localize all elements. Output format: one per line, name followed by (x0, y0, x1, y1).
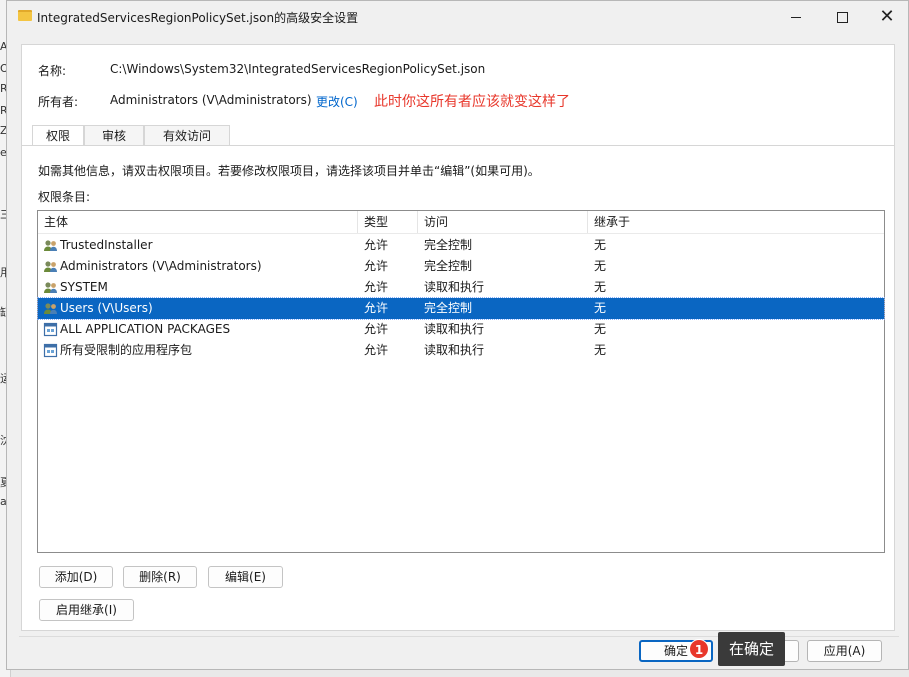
table-row[interactable]: SYSTEM 允许 读取和执行 无 (38, 277, 884, 298)
access-cell: 读取和执行 (424, 322, 485, 336)
name-label: 名称: (38, 64, 67, 78)
type-cell: 允许 (364, 259, 389, 273)
column-access[interactable]: 访问 (418, 211, 588, 233)
type-cell: 允许 (364, 343, 389, 357)
advanced-security-settings-window: IntegratedServicesRegionPolicySet.json的高… (6, 0, 909, 670)
type-cell: 允许 (364, 280, 389, 294)
inherited-from-cell: 无 (594, 343, 607, 357)
add-button[interactable]: 添加(D) (39, 566, 113, 588)
settings-panel: 名称: C:\Windows\System32\IntegratedServic… (21, 44, 895, 631)
app-package-icon (43, 322, 58, 337)
info-text: 如需其他信息，请双击权限项目。若要修改权限项目，请选择该项目并单击“编辑”(如果… (38, 164, 540, 178)
permission-entries-list[interactable]: 主体 类型 访问 继承于 TrustedInstaller 允许 完全控制无 Admi… (37, 210, 885, 553)
close-button[interactable]: ✕ (864, 1, 909, 33)
principal-cell: SYSTEM (60, 280, 108, 294)
column-inherited-from[interactable]: 继承于 (588, 211, 884, 233)
table-row[interactable]: TrustedInstaller 允许 完全控制 无 (38, 235, 884, 256)
table-row[interactable]: Users (V\Users) 允许 完全控制 无 (37, 297, 885, 320)
users-group-icon (43, 301, 58, 316)
inherited-from-cell: 无 (594, 259, 607, 273)
change-owner-link[interactable]: 更改(C) (316, 93, 358, 110)
owner-annotation: 此时你这所有者应该就变这样了 (374, 94, 570, 110)
maximize-button[interactable] (819, 1, 865, 33)
type-cell: 允许 (364, 322, 389, 336)
maximize-icon (836, 11, 848, 23)
access-cell: 读取和执行 (424, 343, 485, 357)
type-cell: 允许 (364, 301, 389, 315)
permission-entries-label: 权限条目: (38, 190, 91, 204)
minimize-icon (791, 16, 801, 18)
column-principal[interactable]: 主体 (38, 211, 358, 233)
file-path: C:\Windows\System32\IntegratedServicesRe… (110, 62, 486, 76)
owner-value: Administrators (V\Administrators) (110, 93, 312, 107)
table-row[interactable]: Administrators (V\Administrators) 允许 完全控制 无 (38, 256, 884, 277)
close-icon: ✕ (879, 6, 895, 27)
enable-inheritance-button[interactable]: 启用继承(I) (39, 599, 134, 621)
users-group-icon (43, 259, 58, 274)
inherited-from-cell: 无 (594, 238, 607, 252)
principal-cell: Administrators (V\Administrators) (60, 259, 262, 273)
owner-label: 所有者: (38, 95, 79, 109)
column-type[interactable]: 类型 (358, 211, 418, 233)
folder-icon (18, 10, 32, 21)
principal-cell: TrustedInstaller (60, 238, 153, 252)
principal-cell: Users (V\Users) (60, 301, 153, 315)
access-cell: 读取和执行 (424, 280, 485, 294)
edit-button[interactable]: 编辑(E) (208, 566, 283, 588)
table-row[interactable]: ALL APPLICATION PACKAGES 允许 读取和执行 无 (38, 319, 884, 340)
app-package-icon (43, 343, 58, 358)
step-marker: 1 (689, 639, 709, 659)
remove-button[interactable]: 删除(R) (123, 566, 197, 588)
inherited-from-cell: 无 (594, 322, 607, 336)
tab-effective-access[interactable]: 有效访问 (144, 125, 230, 145)
access-cell: 完全控制 (424, 301, 473, 315)
access-cell: 完全控制 (424, 259, 473, 273)
window-title: IntegratedServicesRegionPolicySet.json的高… (37, 11, 359, 25)
minimize-button[interactable] (773, 1, 819, 33)
apply-button[interactable]: 应用(A) (807, 640, 882, 662)
users-group-icon (43, 280, 58, 295)
users-group-icon (43, 238, 58, 253)
principal-cell: ALL APPLICATION PACKAGES (60, 322, 231, 336)
inherited-from-cell: 无 (594, 280, 607, 294)
tab-auditing[interactable]: 审核 (84, 125, 144, 145)
access-cell: 完全控制 (424, 238, 473, 252)
instruction-tooltip: 在确定 (718, 632, 785, 666)
principal-cell: 所有受限制的应用程序包 (60, 343, 193, 357)
table-row[interactable]: 所有受限制的应用程序包 允许 读取和执行 无 (38, 340, 884, 361)
title-bar[interactable]: IntegratedServicesRegionPolicySet.json的高… (7, 1, 908, 33)
inherited-from-cell: 无 (594, 301, 607, 315)
type-cell: 允许 (364, 238, 389, 252)
list-header: 主体 类型 访问 继承于 (38, 211, 884, 234)
tab-divider (22, 145, 894, 146)
tab-permissions[interactable]: 权限 (32, 125, 84, 146)
